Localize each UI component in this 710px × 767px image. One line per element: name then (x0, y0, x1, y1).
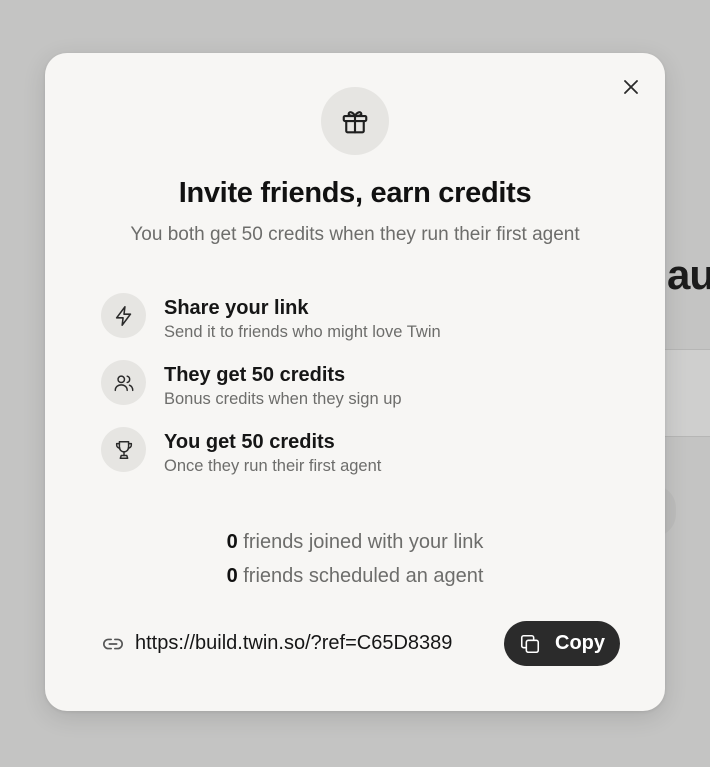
copy-button[interactable]: Copy (504, 621, 620, 666)
gift-icon-badge (321, 87, 389, 155)
link-icon-wrapper (101, 632, 125, 656)
users-icon (114, 374, 133, 391)
step-you-get-credits: You get 50 credits Once they run their f… (101, 427, 601, 494)
background-heading-fragment: au (667, 251, 710, 298)
step-description: Send it to friends who might love Twin (164, 323, 441, 341)
close-button[interactable] (619, 75, 643, 99)
referral-link-row: https://build.twin.so/?ref=C65D8389 Copy (101, 621, 620, 666)
step-description: Once they run their first agent (164, 457, 382, 475)
stat-count: 0 (226, 565, 238, 587)
stat-friends-joined: 0 friends joined with your link (45, 525, 665, 559)
step-icon-badge (101, 293, 146, 338)
step-title: They get 50 credits (164, 364, 346, 386)
referral-link-text[interactable]: https://build.twin.so/?ref=C65D8389 (135, 632, 452, 655)
step-icon-badge (101, 360, 146, 405)
steps-list: Share your link Send it to friends who m… (101, 293, 601, 494)
step-title: You get 50 credits (164, 431, 335, 453)
stat-label: friends joined with your link (243, 531, 484, 553)
referral-stats: 0 friends joined with your link 0 friend… (45, 525, 665, 593)
step-they-get-credits: They get 50 credits Bonus credits when t… (101, 360, 601, 427)
trophy-icon (115, 440, 132, 459)
step-share-link: Share your link Send it to friends who m… (101, 293, 601, 360)
stat-label: friends scheduled an agent (243, 565, 484, 587)
stat-friends-scheduled: 0 friends scheduled an agent (45, 559, 665, 593)
stat-count: 0 (226, 531, 238, 553)
modal-subtitle: You both get 50 credits when they run th… (130, 224, 580, 245)
close-icon (624, 80, 638, 94)
step-description: Bonus credits when they sign up (164, 390, 402, 408)
copy-button-label: Copy (555, 632, 605, 654)
background-card-fragment (660, 349, 710, 437)
gift-icon (342, 111, 368, 134)
invite-modal: Invite friends, earn credits You both ge… (45, 53, 665, 711)
copy-icon (520, 634, 540, 653)
modal-title: Invite friends, earn credits (178, 177, 532, 209)
lightning-icon (115, 305, 131, 326)
step-icon-badge (101, 427, 146, 472)
step-title: Share your link (164, 297, 309, 319)
link-icon (103, 638, 123, 649)
